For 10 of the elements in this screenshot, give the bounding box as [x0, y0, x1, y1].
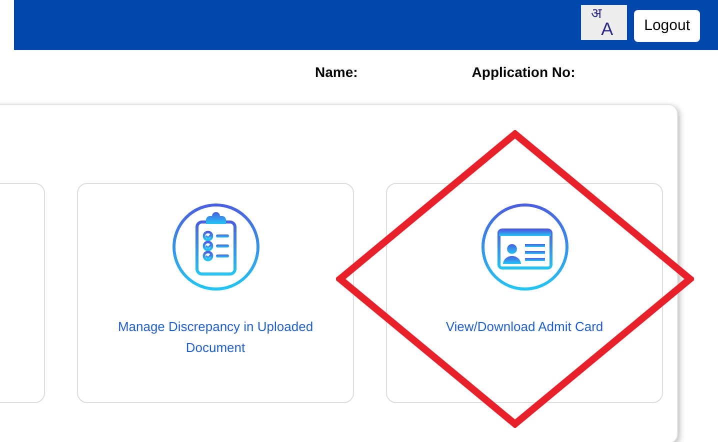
- info-label: Application No:: [472, 62, 576, 82]
- logout-button[interactable]: Logout: [634, 10, 700, 42]
- language-toggle-button[interactable]: अ A: [581, 5, 628, 40]
- card-label: View/Download Admit Card: [444, 318, 604, 336]
- service-card[interactable]: View/Download Admit Card: [386, 183, 663, 403]
- id-card-icon: [480, 202, 570, 292]
- service-card[interactable]: Manage Discrepancy in Uploaded Document: [77, 183, 354, 403]
- info-label: Name:: [315, 62, 358, 82]
- checklist-clipboard-icon: [170, 202, 260, 292]
- card-label: Manage Discrepancy in Uploaded Document: [116, 318, 314, 357]
